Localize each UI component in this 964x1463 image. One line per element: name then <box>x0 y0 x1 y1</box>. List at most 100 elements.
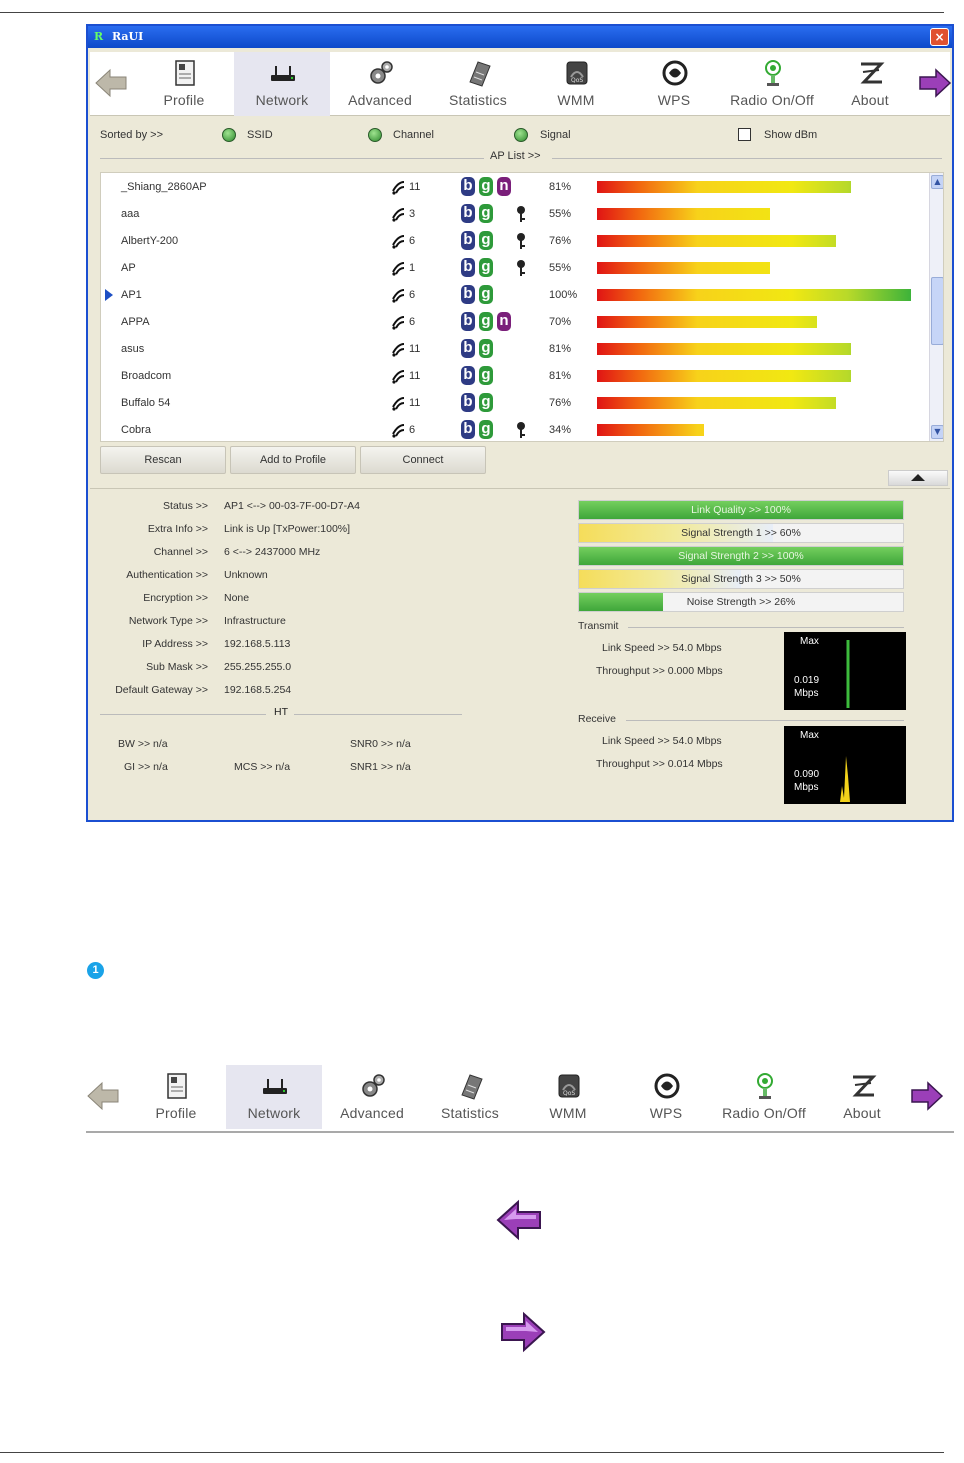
network-type-label: Network Type >> <box>128 615 208 627</box>
statistics-icon <box>469 61 491 87</box>
ap-list-row[interactable]: Broadcom 11 b g 81% <box>101 362 927 389</box>
toolbar-forward-arrow-icon[interactable] <box>918 66 952 100</box>
ap-list-rule-left <box>100 158 484 159</box>
ap-list-row[interactable]: AlbertY-200 6 b g 76% <box>101 227 927 254</box>
ap-channel: 11 <box>409 397 421 409</box>
mode-n-badge: n <box>497 312 511 331</box>
toolbar-about-button[interactable]: About <box>822 52 918 116</box>
sort-channel-radio[interactable] <box>368 128 382 142</box>
title-bar[interactable]: R RaUI × <box>88 26 952 48</box>
sort-channel-label[interactable]: Channel <box>393 129 434 141</box>
sort-ssid-radio[interactable] <box>222 128 236 142</box>
back-arrow-icon <box>496 1199 541 1241</box>
ap-list-row[interactable]: AP1 6 b g 100% <box>101 281 927 308</box>
ap-signal-bar <box>597 397 836 409</box>
transmit-link-speed: Link Speed >> 54.0 Mbps <box>602 642 722 654</box>
ap-list-row[interactable]: APPA 6 b g n 70% <box>101 308 927 335</box>
channel-icon <box>392 343 405 357</box>
ap-list-row[interactable]: aaa 3 b g 55% <box>101 200 927 227</box>
toolbar-wmm-button[interactable]: QoS WMM <box>528 52 624 116</box>
ap-ssid: AlbertY-200 <box>121 235 179 247</box>
ap-list-row[interactable]: Buffalo 54 11 b g 76% <box>101 389 927 416</box>
ap-list-row[interactable]: asus 11 b g 81% <box>101 335 927 362</box>
lock-key-icon <box>517 206 525 222</box>
ap-signal-percent: 76% <box>549 397 572 409</box>
sorted-by-label: Sorted by >> <box>100 129 163 141</box>
doc-toolbar-network-button[interactable]: Network <box>226 1065 322 1129</box>
toolbar-statistics-button[interactable]: Statistics <box>430 52 526 116</box>
note-number-icon: 1 <box>87 962 104 979</box>
gears-icon <box>362 1074 385 1097</box>
wps-icon <box>654 1073 680 1099</box>
sort-signal-radio[interactable] <box>514 128 528 142</box>
ap-channel: 1 <box>409 262 416 274</box>
wmm-icon: QoS <box>566 61 588 85</box>
ap-channel: 11 <box>409 343 421 355</box>
channel-icon <box>392 235 405 249</box>
page-top-rule <box>0 12 944 13</box>
sub-mask-label: Sub Mask >> <box>146 661 208 673</box>
ap-signal-bar <box>597 262 770 274</box>
toolbar-wps-button[interactable]: WPS <box>626 52 722 116</box>
mode-g-badge: g <box>479 231 493 250</box>
channel-icon <box>392 370 405 384</box>
main-toolbar: Profile Network Advanced Statistics QoS WMM WP… <box>90 52 952 116</box>
ap-list-row[interactable]: Cobra 6 b g 34% <box>101 416 927 441</box>
ap-signal-bar <box>597 424 704 436</box>
doc-toolbar-about-button[interactable]: About <box>814 1065 910 1129</box>
ap-list-row[interactable]: AP 1 b g 55% <box>101 254 927 281</box>
doc-toolbar-statistics-button[interactable]: Statistics <box>422 1065 518 1129</box>
show-dbm-label[interactable]: Show dBm <box>764 129 817 141</box>
ap-ssid: APPA <box>121 316 150 328</box>
toolbar-advanced-button[interactable]: Advanced <box>332 52 428 116</box>
mode-g-badge: g <box>479 393 493 412</box>
toolbar-button-label: WPS <box>657 92 691 108</box>
channel-icon <box>392 424 405 438</box>
connect-button[interactable]: Connect <box>360 446 486 474</box>
toolbar-network-button[interactable]: Network <box>234 52 330 116</box>
close-button[interactable]: × <box>930 28 949 46</box>
profile-icon <box>167 1073 187 1099</box>
ap-ssid: Cobra <box>121 424 151 436</box>
collapse-toggle-icon[interactable] <box>888 470 948 486</box>
toolbar-back-arrow-icon[interactable] <box>94 66 128 100</box>
doc-toolbar-forward-arrow-icon[interactable] <box>910 1079 944 1113</box>
ht-rule-right <box>294 714 462 715</box>
ap-list-rule-right <box>552 158 942 159</box>
statistics-icon <box>461 1074 483 1100</box>
channel-icon <box>392 289 405 303</box>
ap-signal-percent: 34% <box>549 424 572 436</box>
mode-g-badge: g <box>479 420 493 439</box>
ap-signal-bar <box>597 316 817 328</box>
show-dbm-checkbox[interactable] <box>738 128 751 141</box>
toolbar-button-label: Radio On/Off <box>730 92 814 108</box>
ap-list[interactable]: Cobra 6 b g 34% Buffalo 54 11 b g 76% Broadcom 11 b g… <box>100 172 944 442</box>
scroll-down-icon[interactable]: ▼ <box>931 425 943 439</box>
ap-signal-percent: 55% <box>549 208 572 220</box>
encryption-label: Encryption >> <box>143 592 208 604</box>
sort-ssid-label[interactable]: SSID <box>247 129 273 141</box>
ap-list-row[interactable]: _Shiang_2860AP 11 b g n 81% <box>101 173 927 200</box>
extra-info-label: Extra Info >> <box>147 523 208 535</box>
sort-signal-label[interactable]: Signal <box>540 129 571 141</box>
radio-icon <box>765 60 781 86</box>
doc-toolbar-back-arrow-icon[interactable] <box>86 1079 120 1113</box>
doc-toolbar-button-label: Profile <box>155 1105 197 1121</box>
rescan-button[interactable]: Rescan <box>100 446 226 474</box>
doc-toolbar-advanced-button[interactable]: Advanced <box>324 1065 420 1129</box>
doc-toolbar-wps-button[interactable]: WPS <box>618 1065 714 1129</box>
scroll-up-icon[interactable]: ▲ <box>931 175 943 189</box>
scroll-thumb[interactable] <box>931 277 943 345</box>
toolbar-profile-button[interactable]: Profile <box>136 52 232 116</box>
channel-icon <box>392 208 405 222</box>
doc-toolbar-profile-button[interactable]: Profile <box>128 1065 224 1129</box>
wps-icon <box>662 60 688 86</box>
toolbar-radio-on-off-button[interactable]: Radio On/Off <box>724 52 820 116</box>
doc-toolbar-radio-on-off-button[interactable]: Radio On/Off <box>716 1065 812 1129</box>
mode-g-badge: g <box>479 204 493 223</box>
receive-graph-trace <box>840 756 850 802</box>
ap-list-scrollbar[interactable]: ▲ ▼ <box>929 173 943 441</box>
add-to-profile-button[interactable]: Add to Profile <box>230 446 356 474</box>
doc-toolbar-wmm-button[interactable]: QoS WMM <box>520 1065 616 1129</box>
about-icon <box>860 62 885 84</box>
